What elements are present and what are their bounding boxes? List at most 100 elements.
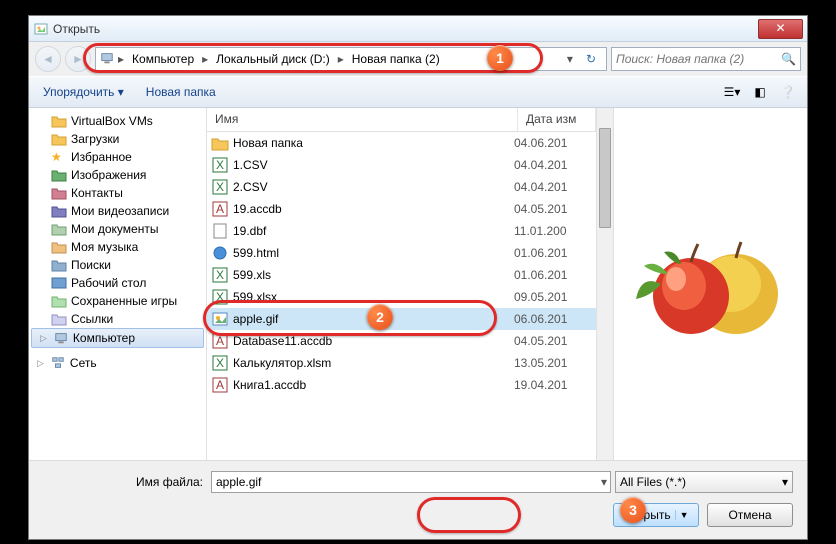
file-row[interactable]: 19.dbf11.01.200	[207, 220, 596, 242]
file-list: Имя Дата изм Новая папка04.06.201X1.CSV0…	[207, 108, 596, 460]
dropdown-icon: ▾	[782, 475, 788, 489]
chevron-right-icon: ▸	[116, 52, 126, 66]
file-name: 599.xls	[233, 268, 514, 282]
file-date: 01.06.201	[514, 246, 592, 260]
file-row[interactable]: A 19.accdb04.05.201	[207, 198, 596, 220]
file-date: 04.05.201	[514, 202, 592, 216]
file-date: 11.01.200	[514, 224, 592, 238]
file-icon: X	[211, 267, 229, 283]
svg-text:X: X	[216, 158, 224, 172]
help-icon[interactable]: ❔	[777, 82, 799, 102]
file-icon: X	[211, 157, 229, 173]
sidebar-item[interactable]: Контакты	[29, 184, 206, 202]
file-icon	[211, 245, 229, 261]
file-date: 04.04.201	[514, 158, 592, 172]
nav-back-button[interactable]: ◄	[35, 46, 61, 72]
svg-text:X: X	[216, 290, 224, 304]
nav-row: ◄ ► ▸ Компьютер ▸ Локальный диск (D:) ▸ …	[29, 42, 807, 76]
file-icon	[211, 223, 229, 239]
svg-text:A: A	[216, 202, 224, 216]
svg-text:X: X	[216, 268, 224, 282]
breadcrumb-computer[interactable]: Компьютер	[128, 50, 198, 68]
sidebar-item[interactable]: Загрузки	[29, 130, 206, 148]
organize-menu[interactable]: Упорядочить ▾	[37, 83, 130, 101]
svg-text:X: X	[216, 356, 224, 370]
file-name: 599.html	[233, 246, 514, 260]
sidebar-item[interactable]: Моя музыка	[29, 238, 206, 256]
sidebar-item[interactable]: VirtualBox VMs	[29, 112, 206, 130]
file-icon: A	[211, 377, 229, 393]
preview-image	[626, 224, 796, 344]
chevron-right-icon: ▸	[200, 52, 210, 66]
svg-text:A: A	[216, 378, 224, 392]
sidebar-item[interactable]: Мои документы	[29, 220, 206, 238]
sidebar-item[interactable]: ★Избранное	[29, 148, 206, 166]
open-button[interactable]: Открыть▼	[613, 503, 699, 527]
app-icon	[33, 21, 49, 37]
file-row[interactable]: ADatabase11.accdb04.05.201	[207, 330, 596, 352]
dialog-bottom: Имя файла: ▾ All Files (*.*) ▾ Открыть▼ …	[29, 460, 807, 537]
filename-input[interactable]	[211, 471, 611, 493]
close-button[interactable]: ✕	[758, 19, 803, 39]
file-type-filter[interactable]: All Files (*.*) ▾	[615, 471, 793, 493]
file-row[interactable]: 599.html01.06.201	[207, 242, 596, 264]
sidebar-item[interactable]: Изображения	[29, 166, 206, 184]
sidebar-item[interactable]: Рабочий стол	[29, 274, 206, 292]
file-date: 04.05.201	[514, 334, 592, 348]
sidebar-item-computer[interactable]: ▷Компьютер	[31, 328, 204, 348]
search-box[interactable]: 🔍	[611, 47, 801, 71]
search-icon[interactable]: 🔍	[781, 52, 796, 66]
address-bar[interactable]: ▸ Компьютер ▸ Локальный диск (D:) ▸ Нова…	[95, 47, 607, 71]
open-file-dialog: Открыть ✕ ◄ ► ▸ Компьютер ▸ Локальный ди…	[28, 15, 808, 540]
view-options-icon[interactable]: ☰▾	[721, 82, 743, 102]
column-name[interactable]: Имя	[207, 108, 518, 131]
file-icon: A	[211, 201, 229, 217]
sidebar-item-network[interactable]: ▷Сеть	[29, 354, 206, 372]
file-icon: A	[211, 333, 229, 349]
new-folder-button[interactable]: Новая папка	[140, 83, 222, 101]
file-scrollbar[interactable]	[596, 108, 613, 460]
filename-label: Имя файла:	[43, 475, 203, 489]
refresh-icon[interactable]: ↻	[580, 52, 602, 66]
file-name: Новая папка	[233, 136, 514, 150]
file-row[interactable]: Новая папка04.06.201	[207, 132, 596, 154]
file-date: 09.05.201	[514, 290, 592, 304]
nav-sidebar: VirtualBox VMs Загрузки ★Избранное Изобр…	[29, 108, 207, 460]
sidebar-item[interactable]: Сохраненные игры	[29, 292, 206, 310]
file-row[interactable]: AКнига1.accdb19.04.201	[207, 374, 596, 396]
window-title: Открыть	[53, 22, 758, 36]
file-date: 04.04.201	[514, 180, 592, 194]
titlebar: Открыть ✕	[29, 16, 807, 42]
toolbar: Упорядочить ▾ Новая папка ☰▾ ◧ ❔	[29, 76, 807, 108]
file-icon: X	[211, 355, 229, 371]
file-row[interactable]: XКалькулятор.xlsm13.05.201	[207, 352, 596, 374]
file-name: apple.gif	[233, 312, 514, 326]
file-row[interactable]: X 599.xlsx09.05.201	[207, 286, 596, 308]
sidebar-item[interactable]: Ссылки	[29, 310, 206, 328]
file-name: 599.xlsx	[233, 290, 514, 304]
address-dropdown-icon[interactable]: ▾	[562, 52, 578, 66]
breadcrumb-folder[interactable]: Новая папка (2)	[348, 50, 444, 68]
file-name: 19.dbf	[233, 224, 514, 238]
file-name: 1.CSV	[233, 158, 514, 172]
preview-pane-icon[interactable]: ◧	[749, 82, 771, 102]
file-row[interactable]: X 1.CSV04.04.201	[207, 154, 596, 176]
chevron-right-icon: ▸	[336, 52, 346, 66]
search-input[interactable]	[616, 52, 781, 66]
file-date: 19.04.201	[514, 378, 592, 392]
dropdown-icon: ▼	[675, 510, 689, 520]
file-row[interactable]: X 599.xls01.06.201	[207, 264, 596, 286]
nav-forward-button[interactable]: ►	[65, 46, 91, 72]
sidebar-item[interactable]: Мои видеозаписи	[29, 202, 206, 220]
breadcrumb-drive[interactable]: Локальный диск (D:)	[212, 50, 334, 68]
sidebar-item[interactable]: Поиски	[29, 256, 206, 274]
file-date: 01.06.201	[514, 268, 592, 282]
file-name: 19.accdb	[233, 202, 514, 216]
computer-icon	[100, 51, 114, 68]
svg-text:X: X	[216, 180, 224, 194]
file-row[interactable]: X2.CSV04.04.201	[207, 176, 596, 198]
column-date[interactable]: Дата изм	[518, 108, 596, 131]
file-icon	[211, 135, 229, 151]
file-row[interactable]: apple.gif06.06.201	[207, 308, 596, 330]
cancel-button[interactable]: Отмена	[707, 503, 793, 527]
